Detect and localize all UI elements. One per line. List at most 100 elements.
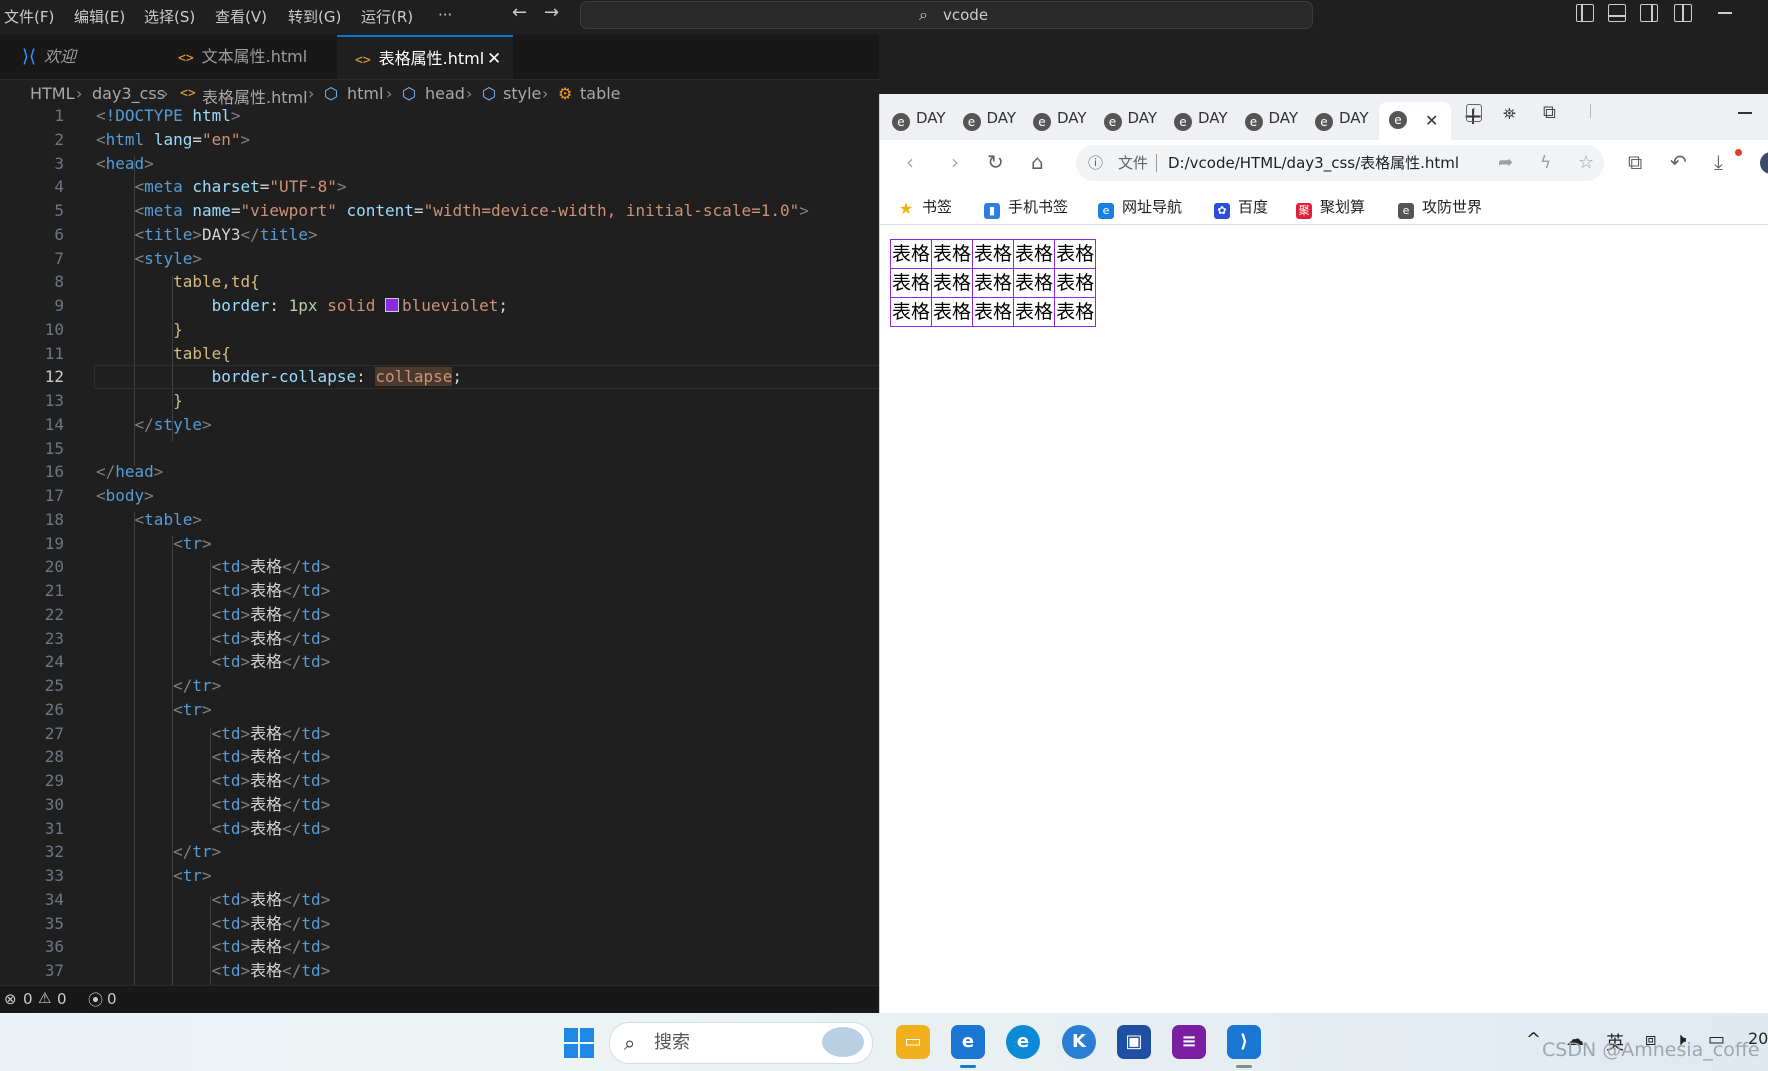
browser-tab[interactable]: e DAY [1244, 104, 1298, 132]
back-arrow-icon[interactable]: ← [512, 2, 527, 23]
broadcast-icon[interactable]: ⦿ [88, 989, 103, 1010]
bookmark-item[interactable]: e 网址导航 [1098, 196, 1182, 219]
customize-layout-icon[interactable] [1674, 4, 1692, 22]
code-line[interactable]: 10 } [0, 318, 879, 342]
code-line[interactable]: 21 <td>表格</td> [0, 579, 879, 603]
error-count[interactable]: 0 [23, 990, 33, 1008]
toggle-sidebar-icon[interactable] [1576, 4, 1594, 22]
breadcrumb-item[interactable]: html [347, 84, 383, 103]
browser-tab-active[interactable]: e ✕ [1379, 102, 1451, 140]
store-icon[interactable]: ▣ [1117, 1025, 1151, 1059]
tab-text-properties[interactable]: <> 文本属性.html [160, 35, 335, 79]
tab-welcome[interactable]: ⟩⟨ 欢迎 [12, 35, 158, 79]
bookmark-item[interactable]: ▮ 手机书签 [984, 196, 1068, 219]
bookmark-item[interactable]: ✿ 百度 [1214, 196, 1268, 219]
minimize-icon[interactable] [1718, 12, 1732, 14]
edge-icon[interactable]: e [1006, 1025, 1040, 1059]
start-windows-icon[interactable] [564, 1028, 594, 1058]
code-line[interactable]: 31 <td>表格</td> [0, 817, 879, 841]
code-line[interactable]: 29 <td>表格</td> [0, 769, 879, 793]
code-line[interactable]: 32 </tr> [0, 840, 879, 864]
warning-icon[interactable]: ⚠ [38, 989, 51, 1007]
code-line[interactable]: 2 <html lang="en"> [0, 128, 879, 152]
browser-tab[interactable]: e DAY [1103, 104, 1157, 132]
back-icon[interactable]: ‹ [906, 150, 914, 174]
url-text[interactable]: D:/vcode/HTML/day3_css/表格属性.html [1168, 145, 1459, 181]
code-line[interactable]: 27 <td>表格</td> [0, 722, 879, 746]
breadcrumb-item[interactable]: day3_css [92, 84, 165, 103]
bookmark-item[interactable]: 聚聚划算 [1296, 196, 1365, 219]
browser-tab[interactable]: e DAY [1315, 104, 1369, 132]
reload-icon[interactable]: ↻ [987, 150, 1004, 174]
browser-tab[interactable]: e DAY [892, 104, 946, 132]
forward-arrow-icon[interactable]: → [544, 2, 559, 23]
menu-more[interactable]: ··· [438, 6, 452, 24]
browser-tab[interactable]: e DAY [962, 104, 1016, 132]
code-line[interactable]: 36 <td>表格</td> [0, 935, 879, 959]
code-line[interactable]: 3 <head> [0, 152, 879, 176]
minimize-icon[interactable] [1738, 112, 1752, 114]
code-line[interactable]: 6 <title>DAY3</title> [0, 223, 879, 247]
undo-close-icon[interactable]: ↶ [1670, 150, 1687, 174]
code-line[interactable]: 17 <body> [0, 484, 879, 508]
browser-tab[interactable]: e DAY [1174, 104, 1228, 132]
extensions-puzzle-icon[interactable]: ⧉ [1543, 102, 1556, 123]
chevron-up-icon[interactable]: ^ [1526, 1029, 1541, 1050]
code-line[interactable]: 20 <td>表格</td> [0, 555, 879, 579]
breadcrumb-item[interactable]: 表格属性.html [202, 84, 308, 108]
code-line[interactable]: 23 <td>表格</td> [0, 627, 879, 651]
code-line[interactable]: 26 <tr> [0, 698, 879, 722]
command-center-search[interactable]: ⌕ vcode [580, 1, 1313, 29]
tab-table-properties[interactable]: <> 表格属性.html ✕ [337, 35, 513, 79]
bookmark-item[interactable]: e 攻防世界 [1398, 196, 1482, 219]
share-icon[interactable]: ➦ [1498, 145, 1513, 181]
incognito-icon[interactable]: ⛯ [1503, 104, 1516, 124]
close-tab-icon[interactable]: ✕ [1425, 107, 1438, 135]
code-line[interactable]: 34 <td>表格</td> [0, 888, 879, 912]
code-line[interactable]: 25 </tr> [0, 674, 879, 698]
code-editor[interactable]: 1 <!DOCTYPE html> 2 <html lang="en"> 3 <head>… [0, 108, 879, 985]
breadcrumb-item[interactable]: table [580, 84, 621, 103]
bookmark-item[interactable]: ★ 书签 [898, 196, 952, 217]
code-line[interactable]: 18 <table> [0, 508, 879, 532]
code-line[interactable]: 13 } [0, 389, 879, 413]
menu-run[interactable]: 运行(R) [361, 6, 413, 27]
menu-view[interactable]: 查看(V) [215, 6, 267, 27]
star-icon[interactable]: ☆ [1578, 145, 1594, 181]
code-line[interactable]: 1 <!DOCTYPE html> [0, 108, 879, 128]
address-bar[interactable]: ⓘ 文件 D:/vcode/HTML/day3_css/表格属性.html ➦ … [1076, 145, 1604, 181]
lightning-icon[interactable]: ϟ [1540, 145, 1551, 181]
forward-icon[interactable]: › [951, 150, 959, 174]
code-line[interactable]: 24 <td>表格</td> [0, 650, 879, 674]
browser-tab[interactable]: e DAY [1033, 104, 1087, 132]
toggle-secondary-sidebar-icon[interactable] [1640, 4, 1658, 22]
code-line[interactable]: 12 border-collapse: collapse; [0, 365, 879, 390]
code-line[interactable]: 33 <tr> [0, 864, 879, 888]
code-line[interactable]: 15 [0, 437, 879, 461]
code-line[interactable]: 19 <tr> [0, 532, 879, 556]
error-icon[interactable]: ⊗ [4, 990, 17, 1008]
code-line[interactable]: 11 table{ [0, 342, 879, 366]
code-line[interactable]: 28 <td>表格</td> [0, 745, 879, 769]
home-icon[interactable]: ⌂ [1031, 150, 1044, 174]
code-line[interactable]: 22 <td>表格</td> [0, 603, 879, 627]
close-tab-icon[interactable]: ✕ [487, 37, 501, 81]
vscode-app-icon[interactable]: ⟩ [1227, 1025, 1261, 1059]
breadcrumb-item[interactable]: style [503, 84, 541, 103]
code-line[interactable]: 9 border: 1px solid blueviolet; [0, 294, 879, 318]
code-line[interactable]: 35 <td>表格</td> [0, 912, 879, 936]
toggle-panel-icon[interactable] [1608, 4, 1626, 22]
tab-actions-icon[interactable]: ⋮ [1466, 104, 1482, 122]
avatar[interactable] [1760, 152, 1768, 174]
breadcrumb-item[interactable]: HTML [30, 84, 75, 103]
notes-app-icon[interactable]: ≡ [1172, 1025, 1206, 1059]
menu-go[interactable]: 转到(G) [288, 6, 341, 27]
code-line[interactable]: 30 <td>表格</td> [0, 793, 879, 817]
color-swatch[interactable] [385, 298, 400, 312]
k-app-icon[interactable]: K [1062, 1025, 1096, 1059]
ports-count[interactable]: 0 [107, 990, 117, 1008]
menu-file[interactable]: 文件(F) [4, 6, 54, 27]
menu-edit[interactable]: 编辑(E) [74, 6, 125, 27]
warning-count[interactable]: 0 [57, 990, 67, 1008]
file-explorer-icon[interactable]: ▭ [896, 1025, 930, 1059]
